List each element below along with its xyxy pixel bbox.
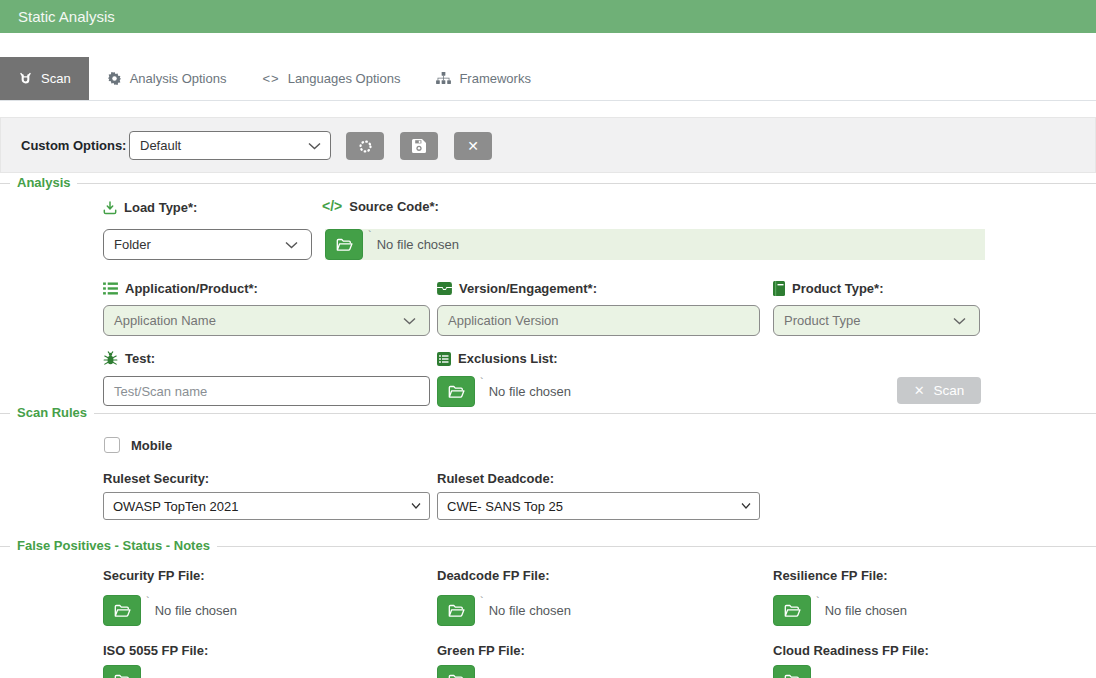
sitemap-icon [436,72,451,85]
exclusions-file-input[interactable]: ` No file chosen [437,376,571,407]
custom-options-bar: Custom Options: Default ✕ [0,117,1096,173]
folder-open-icon[interactable] [325,229,363,260]
scan-rules-section: Scan Rules Mobile Ruleset Security: OWAS… [0,413,1096,546]
test-label: Test: [103,351,155,366]
custom-options-value: Default [140,138,181,153]
clear-options-button[interactable]: ✕ [454,132,492,160]
close-icon: ✕ [467,138,479,154]
page-title: Static Analysis [18,8,115,25]
product-type-select[interactable]: Product Type [773,305,980,336]
custom-options-select[interactable]: Default [129,131,331,160]
spinner-icon [358,139,373,154]
load-type-select[interactable]: Folder [103,229,312,260]
ruleset-security-value: OWASP TopTen 2021 [113,499,239,514]
mobile-checkbox-label: Mobile [131,438,172,453]
test-placeholder: Test/Scan name [114,384,207,399]
chevron-down-icon [403,317,416,325]
chevron-down-icon [285,241,298,249]
folder-open-icon[interactable] [437,595,475,626]
version-label: Version/Engagement*: [437,281,597,296]
close-icon: ✕ [914,383,925,398]
bug-icon [103,351,118,366]
folder-open-icon[interactable] [773,665,811,678]
application-label: Application/Product*: [103,281,258,296]
security-fp-label: Security FP File: [103,568,205,583]
list-alt-icon [437,352,451,366]
tab-analysis-options[interactable]: Analysis Options [89,57,245,100]
source-code-file-input[interactable]: ` No file chosen [325,229,985,260]
deadcode-fp-file-input[interactable]: ` No file chosen [437,595,571,626]
deadcode-fp-file-text: No file chosen [489,603,571,618]
load-type-value: Folder [114,237,151,252]
chevron-down-icon [411,503,421,510]
reload-options-button[interactable] [346,132,384,160]
analysis-section: Analysis Load Type*: Folder </> Source C… [0,183,1096,413]
deadcode-fp-label: Deadcode FP File: [437,568,549,583]
resilience-fp-file-input[interactable]: ` No file chosen [773,595,907,626]
save-options-button[interactable] [400,132,438,160]
cloud-readiness-fp-label: Cloud Readiness FP File: [773,643,929,658]
save-icon [412,139,426,153]
exclusions-label: Exclusions List: [437,351,558,366]
scan-rules-legend: Scan Rules [10,405,94,420]
application-select[interactable]: Application Name [103,305,430,336]
tab-bar: Scan Analysis Options <> Languages Optio… [0,57,1096,101]
folder-open-icon[interactable] [437,376,475,407]
exclusions-file-text: No file chosen [489,384,571,399]
tab-scan-label: Scan [41,71,71,86]
code-icon: </> [322,198,342,214]
book-icon [773,281,785,296]
iso5055-fp-label: ISO 5055 FP File: [103,643,208,658]
test-input[interactable]: Test/Scan name [103,376,430,406]
load-type-label: Load Type*: [103,200,197,215]
green-fp-file-input[interactable] [437,665,475,678]
ruleset-deadcode-value: CWE- SANS Top 25 [447,499,563,514]
folder-open-icon[interactable] [437,665,475,678]
box-icon [437,282,452,295]
security-fp-file-text: No file chosen [155,603,237,618]
resilience-fp-file-text: No file chosen [825,603,907,618]
tab-frameworks[interactable]: Frameworks [418,57,549,100]
tab-analysis-options-label: Analysis Options [130,71,227,86]
custom-options-label: Custom Options: [21,138,126,153]
chevron-down-icon [953,317,966,325]
analysis-legend: Analysis [10,175,77,190]
ruleset-deadcode-label: Ruleset Deadcode: [437,471,554,486]
bug-icon [18,71,33,86]
chevron-down-icon [741,503,751,510]
page-title-bar: Static Analysis [0,0,1096,33]
list-icon [103,282,118,295]
ruleset-security-select[interactable]: OWASP TopTen 2021 [103,492,430,520]
version-placeholder: Application Version [448,313,559,328]
gear-icon [107,71,122,86]
green-fp-label: Green FP File: [437,643,525,658]
false-positives-legend: False Positives - Status - Notes [10,538,217,553]
ruleset-deadcode-select[interactable]: CWE- SANS Top 25 [437,492,760,520]
product-type-label: Product Type*: [773,281,884,296]
chevron-down-icon [308,142,321,150]
scan-button[interactable]: ✕ Scan [897,377,981,404]
version-input[interactable]: Application Version [437,305,760,336]
mobile-checkbox[interactable] [104,437,120,453]
folder-open-icon[interactable] [773,595,811,626]
tab-scan[interactable]: Scan [0,57,89,100]
download-icon [103,201,117,215]
folder-open-icon[interactable] [103,665,141,678]
tab-languages-options-label: Languages Options [288,71,401,86]
application-placeholder: Application Name [114,313,216,328]
tab-frameworks-label: Frameworks [459,71,531,86]
resilience-fp-label: Resilience FP File: [773,568,888,583]
security-fp-file-input[interactable]: ` No file chosen [103,595,237,626]
source-code-label: </> Source Code*: [322,198,439,214]
folder-open-icon[interactable] [103,595,141,626]
tab-languages-options[interactable]: <> Languages Options [244,57,418,100]
ruleset-security-label: Ruleset Security: [103,471,209,486]
source-code-file-text: No file chosen [377,237,459,252]
product-type-placeholder: Product Type [784,313,860,328]
cloud-readiness-fp-file-input[interactable] [773,665,811,678]
false-positives-section: False Positives - Status - Notes Securit… [0,546,1096,678]
code-icon: <> [262,71,279,86]
iso5055-fp-file-input[interactable] [103,665,141,678]
